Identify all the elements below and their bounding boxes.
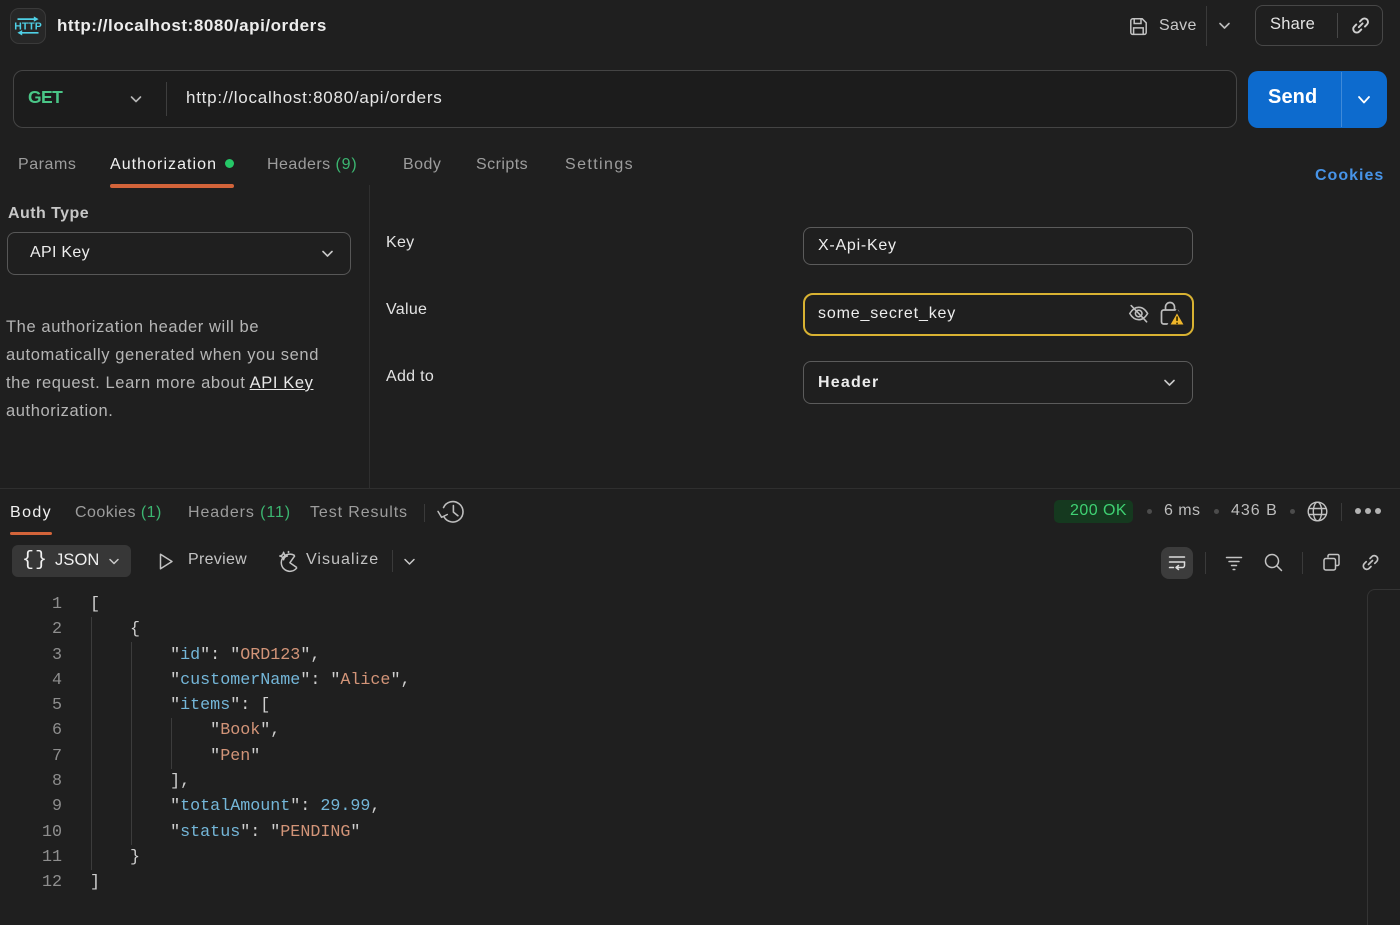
svg-text:HTTP: HTTP bbox=[14, 20, 41, 32]
